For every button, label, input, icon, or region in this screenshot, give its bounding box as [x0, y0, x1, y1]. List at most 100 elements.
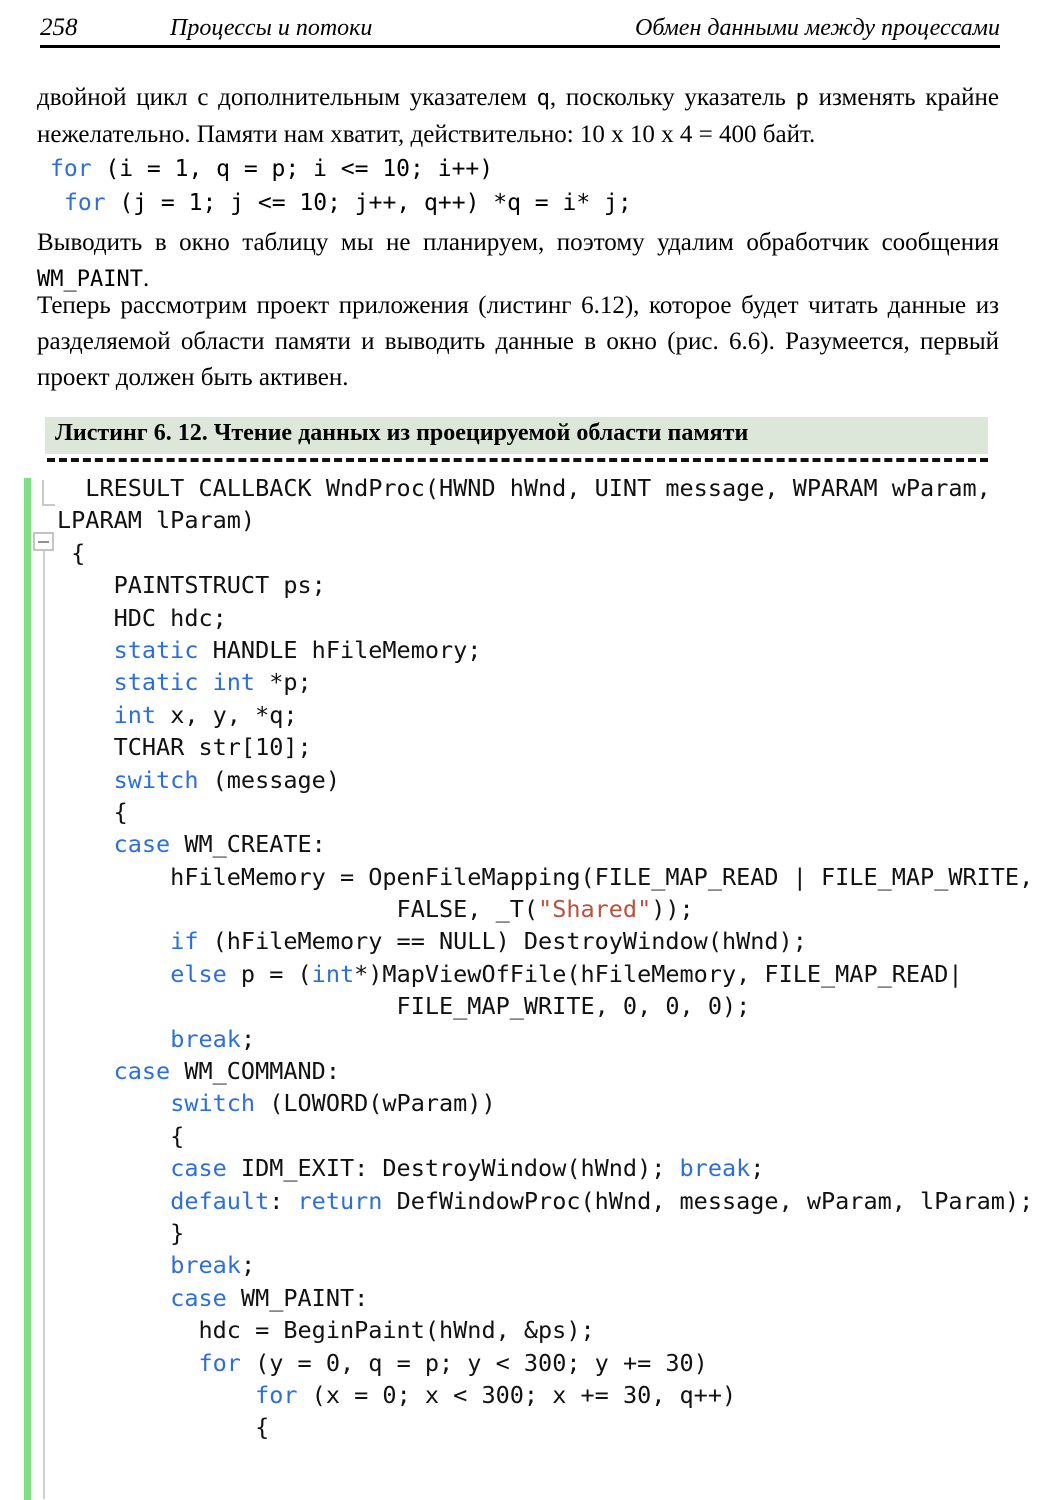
code-text-run: PAINTSTRUCT ps; [57, 571, 326, 600]
code-snippet-line-2: for (j = 1; j <= 10; j++, q++) *q = i* j… [64, 186, 632, 220]
code-line: default: return DefWindowProc(hWnd, mess… [0, 1185, 1041, 1217]
code-line: static int *p; [0, 666, 1041, 698]
code-text-run: FILE_MAP_WRITE, 0, 0, 0); [57, 992, 751, 1021]
code-line: break; [0, 1249, 1041, 1281]
snippet1-keyword: for [50, 156, 92, 182]
code-keyword: switch [170, 1089, 256, 1118]
running-header: 258 Процессы и потоки Обмен данными межд… [40, 8, 1000, 42]
code-line: int x, y, *q; [0, 699, 1041, 731]
page-number: 258 [40, 14, 78, 41]
code-line: FILE_MAP_WRITE, 0, 0, 0); [0, 990, 1041, 1022]
code-keyword: break [679, 1154, 751, 1183]
code-line: case IDM_EXIT: DestroyWindow(hWnd); brea… [0, 1152, 1041, 1184]
code-text-run [57, 1025, 170, 1053]
para1-mono-p: p [795, 86, 809, 111]
code-line: case WM_PAINT: [0, 1282, 1041, 1314]
document-page: 258 Процессы и потоки Обмен данными межд… [0, 0, 1041, 1500]
paragraph-double-loop: двойной цикл с дополнительным указателем… [37, 80, 999, 153]
code-snippet-line-1: for (i = 1, q = p; i <= 10; i++) [50, 152, 493, 186]
code-text-run: DefWindowProc(hWnd, message, wParam, lPa… [382, 1186, 1034, 1215]
chapter-title: Процессы и потоки [170, 15, 373, 41]
code-text-run: WM_COMMAND: [170, 1057, 340, 1086]
code-text-run [57, 1251, 170, 1279]
code-text-run [57, 1057, 114, 1085]
code-text-run [57, 830, 114, 858]
code-line: if (hFileMemory == NULL) DestroyWindow(h… [0, 925, 1041, 957]
code-keyword: break [170, 1251, 241, 1280]
code-line: case WM_CREATE: [0, 828, 1041, 860]
code-text-run: WM_PAINT: [226, 1283, 369, 1312]
code-keyword: for [255, 1380, 298, 1409]
code-text-run: (message) [198, 765, 340, 794]
code-text-run: LRESULT CALLBACK WndProc(HWND hWnd, UINT… [57, 474, 991, 502]
para1-mono-q: q [536, 86, 550, 111]
para1-part2: , поскольку указатель [549, 84, 796, 111]
code-keyword: break [170, 1024, 241, 1053]
code-text-run: HDC hdc; [57, 603, 227, 632]
code-keyword: case [113, 1057, 171, 1086]
code-keyword: else [170, 959, 227, 988]
listing-banner: Листинг 6. 12. Чтение данных из проециру… [45, 417, 988, 454]
code-line: LPARAM lParam) [0, 504, 1041, 536]
code-text-run: x, y, *q; [156, 700, 298, 729]
code-line: { [0, 1411, 1041, 1443]
code-line: PAINTSTRUCT ps; [0, 569, 1041, 601]
code-text-run [57, 1089, 170, 1117]
code-keyword: for [198, 1348, 241, 1377]
code-text-run: HANDLE hFileMemory; [198, 635, 482, 664]
code-text-run [57, 1381, 255, 1409]
listing-title: Листинг 6. 12. Чтение данных из проециру… [55, 420, 749, 446]
para2-part1: Выводить в окно таблицу мы не планируем,… [37, 229, 999, 256]
code-keyword: case [113, 830, 171, 859]
code-line: for (x = 0; x < 300; x += 30, q++) [0, 1379, 1041, 1411]
code-text-run [57, 1284, 170, 1312]
code-line: hdc = BeginPaint(hWnd, &ps); [0, 1314, 1041, 1346]
code-text-run [57, 1154, 170, 1182]
section-title: Обмен данными между процессами [635, 15, 1000, 41]
code-text-run: *p; [255, 668, 312, 697]
code-text-run [57, 766, 114, 794]
code-line: LRESULT CALLBACK WndProc(HWND hWnd, UINT… [0, 472, 1041, 504]
code-text-run: ; [240, 1251, 256, 1280]
listing-dashed-separator [47, 458, 988, 462]
snippet2-body: (j = 1; j <= 10; j++, q++) *q = i* j; [105, 190, 632, 216]
code-text-run: WM_CREATE: [170, 830, 326, 859]
code-text-run: } [57, 1218, 185, 1247]
code-line: HDC hdc; [0, 602, 1041, 634]
code-keyword: static int [113, 668, 256, 697]
code-line: } [0, 1217, 1041, 1249]
code-text-run [57, 701, 114, 729]
code-text-run [57, 636, 114, 664]
code-text-run: *)MapViewOfFile(hFileMemory, FILE_MAP_RE… [354, 959, 963, 988]
code-text: LRESULT CALLBACK WndProc(HWND hWnd, UINT… [0, 472, 1041, 1444]
code-line: static HANDLE hFileMemory; [0, 634, 1041, 666]
code-text-run: : [269, 1186, 298, 1215]
code-text-run [57, 1349, 198, 1377]
snippet1-body: (i = 1, q = p; i <= 10; i++) [91, 156, 494, 182]
code-line: TCHAR str[10]; [0, 731, 1041, 763]
code-text-run: TCHAR str[10]; [57, 733, 312, 762]
code-text-run: )); [651, 895, 694, 924]
code-line: else p = (int*)MapViewOfFile(hFileMemory… [0, 958, 1041, 990]
code-text-run: IDM_EXIT: DestroyWindow(hWnd); [226, 1154, 680, 1183]
code-text-run: { [57, 1121, 185, 1150]
code-line: case WM_COMMAND: [0, 1055, 1041, 1087]
code-line: switch (LOWORD(wParam)) [0, 1087, 1041, 1119]
code-text-run: { [57, 797, 128, 826]
code-text-run: p = ( [226, 959, 312, 988]
code-text-run: hFileMemory = OpenFileMapping(FILE_MAP_R… [57, 862, 1034, 891]
code-text-run: LPARAM lParam) [57, 506, 256, 535]
code-string: "Shared" [538, 895, 652, 924]
code-line: switch (message) [0, 764, 1041, 796]
code-text-run: hdc = BeginPaint(hWnd, &ps); [57, 1316, 595, 1345]
code-text-run: (x = 0; x < 300; x += 30, q++) [297, 1380, 737, 1409]
code-keyword: int [113, 700, 157, 729]
code-text-run: ; [240, 1024, 256, 1053]
code-text-run [57, 668, 114, 696]
code-text-run: (LOWORD(wParam)) [255, 1089, 496, 1118]
code-line: { [0, 796, 1041, 828]
code-text-run [57, 960, 170, 988]
code-keyword: case [170, 1154, 227, 1183]
code-text-run: (hFileMemory == NULL) DestroyWindow(hWnd… [198, 927, 807, 956]
code-keyword: return [297, 1186, 383, 1215]
